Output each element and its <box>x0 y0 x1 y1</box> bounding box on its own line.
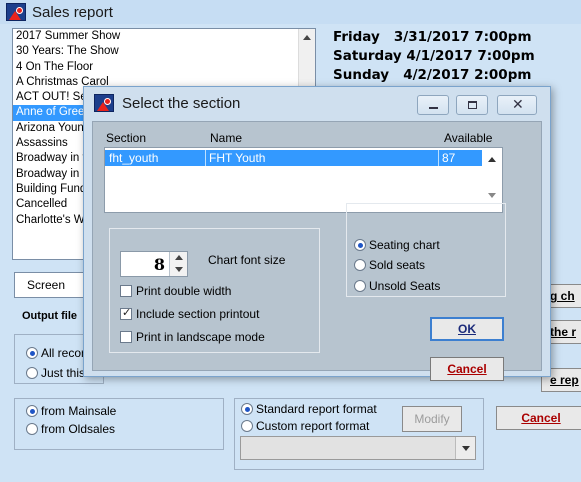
radio-off-icon[interactable] <box>354 259 366 271</box>
dialog-title: Select the section <box>122 94 241 112</box>
radio-seating-chart[interactable]: Seating chart <box>354 238 440 252</box>
radio-off-icon[interactable] <box>26 367 38 379</box>
column-divider <box>205 150 206 166</box>
window-title-bar: Sales report <box>0 0 581 24</box>
radio-label: Sold seats <box>369 258 426 272</box>
checkbox-print-landscape[interactable]: Print in landscape mode <box>120 330 265 344</box>
maximize-button[interactable] <box>456 95 488 115</box>
performance-item[interactable]: Saturday 4/1/2017 7:00pm <box>333 47 535 66</box>
font-size-value: 8 <box>153 255 165 274</box>
cancel-button-main[interactable]: Cancel <box>496 406 581 430</box>
radio-label: Seating chart <box>369 238 440 252</box>
output-file-label: Output file <box>22 310 77 322</box>
stepper-up-icon[interactable] <box>175 255 183 260</box>
radio-custom-format[interactable]: Custom report format <box>241 419 369 433</box>
column-divider <box>438 150 439 166</box>
cancel-button[interactable]: Cancel <box>430 357 504 381</box>
app-icon <box>94 94 114 112</box>
checkbox-unchecked-icon[interactable] <box>120 331 132 343</box>
minimize-icon <box>429 107 438 109</box>
scroll-up-icon[interactable] <box>303 35 311 40</box>
radio-from-mainsale[interactable]: from Mainsale <box>26 404 116 418</box>
radio-just-this[interactable]: Just this <box>26 366 85 380</box>
performance-list: Friday 3/31/2017 7:00pm Saturday 4/1/201… <box>333 28 535 85</box>
cancel-label: Cancel <box>447 362 487 376</box>
checkbox-unchecked-icon[interactable] <box>120 285 132 297</box>
checkbox-label: Print in landscape mode <box>136 330 265 344</box>
radio-on-icon[interactable] <box>26 405 38 417</box>
show-list-item[interactable]: 30 Years: The Show <box>13 44 315 59</box>
section-available: 87 <box>442 151 456 165</box>
radio-on-icon[interactable] <box>26 347 38 359</box>
ok-button[interactable]: OK <box>430 317 504 341</box>
print-options-group: 8 Chart font size Print double width Inc… <box>109 228 320 353</box>
radio-label: Custom report format <box>256 419 370 433</box>
show-list-item[interactable]: 2017 Summer Show <box>13 29 315 44</box>
radio-from-oldsales[interactable]: from Oldsales <box>26 422 115 436</box>
close-icon: ✕ <box>512 97 524 113</box>
scroll-up-icon[interactable] <box>488 157 496 162</box>
performance-item[interactable]: Friday 3/31/2017 7:00pm <box>333 28 535 47</box>
radio-off-icon[interactable] <box>354 280 366 292</box>
column-header-section: Section <box>106 131 147 145</box>
column-header-name: Name <box>210 131 243 145</box>
section-name: FHT Youth <box>209 151 266 165</box>
radio-label: Standard report format <box>256 402 377 416</box>
report-format-combo[interactable] <box>240 436 476 460</box>
radio-on-icon[interactable] <box>241 403 253 415</box>
section-code: fht_youth <box>109 151 159 165</box>
checkbox-print-double-width[interactable]: Print double width <box>120 284 231 298</box>
radio-label: Unsold Seats <box>369 279 441 293</box>
radio-off-icon[interactable] <box>26 423 38 435</box>
radio-off-icon[interactable] <box>241 420 253 432</box>
checkbox-checked-icon[interactable] <box>120 306 132 320</box>
radio-label: Just this <box>41 366 86 380</box>
performance-item[interactable]: Sunday 4/2/2017 2:00pm <box>333 66 535 85</box>
checkbox-include-section-printout[interactable]: Include section printout <box>120 306 260 321</box>
modify-button[interactable]: Modify <box>402 406 462 432</box>
section-row[interactable]: fht_youth FHT Youth 87 <box>105 150 483 166</box>
checkbox-label: Include section printout <box>136 307 260 321</box>
maximize-icon <box>468 101 477 109</box>
radio-sold-seats[interactable]: Sold seats <box>354 258 425 272</box>
chevron-down-icon[interactable] <box>455 437 475 459</box>
close-button[interactable]: ✕ <box>497 95 537 115</box>
window-title: Sales report <box>32 3 113 21</box>
column-header-available: Available <box>444 131 493 145</box>
font-size-stepper[interactable]: 8 <box>120 251 188 277</box>
stepper-down-icon[interactable] <box>175 267 183 272</box>
radio-label: from Oldsales <box>41 422 116 436</box>
scroll-down-icon[interactable] <box>488 193 496 198</box>
radio-unsold-seats[interactable]: Unsold Seats <box>354 279 440 293</box>
show-list-item[interactable]: 4 On The Floor <box>13 60 315 75</box>
stepper-buttons[interactable] <box>169 252 187 276</box>
minimize-button[interactable] <box>417 95 449 115</box>
select-section-dialog: Select the section ✕ Section Name Availa… <box>83 86 551 381</box>
radio-standard-format[interactable]: Standard report format <box>241 402 377 416</box>
ok-label: OK <box>458 322 476 336</box>
app-icon <box>6 3 26 21</box>
checkbox-label: Print double width <box>136 284 232 298</box>
radio-label: from Mainsale <box>41 404 117 418</box>
radio-on-icon[interactable] <box>354 239 366 251</box>
font-size-label: Chart font size <box>208 253 286 267</box>
